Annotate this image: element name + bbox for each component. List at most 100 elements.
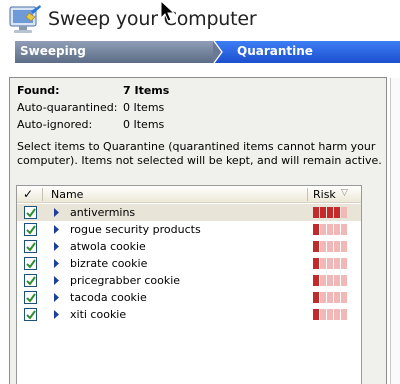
computer-sweep-icon: [9, 5, 41, 33]
risk-segment: [320, 309, 326, 320]
expand-arrow-icon[interactable]: [53, 309, 61, 320]
step-sweeping: Sweeping: [15, 41, 215, 63]
risk-segment: [334, 275, 340, 286]
step-quarantine-label: Quarantine: [237, 44, 313, 58]
threat-name: rogue security products: [70, 223, 201, 236]
wizard-steps: Sweeping Quarantine: [15, 41, 400, 63]
step-arrow-icon: [213, 41, 223, 63]
risk-segment: [313, 241, 319, 252]
risk-segment: [341, 207, 347, 218]
risk-meter: [313, 275, 353, 286]
auto-ignored-row: Auto-ignored: 0 Items: [17, 118, 317, 134]
risk-segment: [327, 292, 333, 303]
expand-arrow-icon[interactable]: [53, 275, 61, 286]
risk-segment: [341, 258, 347, 269]
list-header: ✓ Name Risk ▽: [17, 186, 361, 203]
quarantine-checkbox[interactable]: [24, 223, 37, 236]
risk-segment: [327, 241, 333, 252]
checkmark-icon: [26, 242, 36, 252]
checkmark-icon: [26, 310, 36, 320]
risk-segment: [320, 224, 326, 235]
risk-meter: [313, 224, 353, 235]
quarantine-checkbox[interactable]: [24, 206, 37, 219]
threat-row[interactable]: tacoda cookie: [17, 289, 361, 306]
risk-meter: [313, 309, 353, 320]
column-divider[interactable]: [307, 188, 308, 201]
step-quarantine: Quarantine: [215, 41, 400, 63]
column-header-check[interactable]: ✓: [23, 187, 33, 201]
threat-row[interactable]: pricegrabber cookie: [17, 272, 361, 289]
step-sweeping-label: Sweeping: [20, 44, 86, 58]
risk-segment: [334, 309, 340, 320]
threat-row[interactable]: xiti cookie: [17, 306, 361, 323]
auto-quarantined-label: Auto-quarantined:: [17, 101, 118, 114]
risk-meter: [313, 292, 353, 303]
risk-segment: [327, 207, 333, 218]
risk-segment: [327, 258, 333, 269]
risk-segment: [341, 309, 347, 320]
mouse-pointer-icon: [160, 0, 176, 22]
risk-segment: [320, 241, 326, 252]
window-edge: [390, 78, 400, 384]
risk-segment: [313, 292, 319, 303]
risk-segment: [313, 207, 319, 218]
column-divider[interactable]: [42, 188, 43, 201]
auto-ignored-value: 0 Items: [123, 118, 165, 131]
threat-name: atwola cookie: [70, 240, 146, 253]
risk-segment: [327, 309, 333, 320]
threat-list[interactable]: ✓ Name Risk ▽ antivermins rogue security …: [16, 185, 362, 384]
expand-arrow-icon[interactable]: [53, 292, 61, 303]
risk-segment: [334, 258, 340, 269]
quarantine-checkbox[interactable]: [24, 291, 37, 304]
risk-segment: [334, 241, 340, 252]
threat-row[interactable]: atwola cookie: [17, 238, 361, 255]
quarantine-checkbox[interactable]: [24, 257, 37, 270]
quarantine-checkbox[interactable]: [24, 274, 37, 287]
threat-name: tacoda cookie: [70, 291, 147, 304]
instructions-text: Select items to Quarantine (quarantined …: [17, 140, 382, 167]
quarantine-checkbox[interactable]: [24, 240, 37, 253]
checkmark-icon: [26, 259, 36, 269]
column-header-name[interactable]: Name: [51, 188, 83, 201]
risk-segment: [341, 275, 347, 286]
threat-name: pricegrabber cookie: [70, 274, 181, 287]
sort-descending-icon[interactable]: ▽: [341, 188, 348, 198]
risk-meter: [313, 241, 353, 252]
checkmark-icon: [26, 293, 36, 303]
found-label: Found:: [17, 84, 60, 97]
quarantine-checkbox[interactable]: [24, 308, 37, 321]
expand-arrow-icon[interactable]: [53, 207, 61, 218]
risk-segment: [334, 292, 340, 303]
auto-quarantined-row: Auto-quarantined: 0 Items: [17, 101, 317, 117]
expand-arrow-icon[interactable]: [53, 224, 61, 235]
threat-row[interactable]: antivermins: [17, 204, 361, 221]
column-header-risk[interactable]: Risk: [313, 188, 336, 201]
risk-segment: [320, 275, 326, 286]
risk-segment: [341, 224, 347, 235]
title-bar: Sweep your Computer: [0, 0, 400, 40]
checkmark-icon: [26, 276, 36, 286]
window-title: Sweep your Computer: [48, 8, 257, 30]
risk-segment: [334, 207, 340, 218]
risk-segment: [327, 224, 333, 235]
risk-meter: [313, 258, 353, 269]
risk-meter: [313, 207, 353, 218]
expand-arrow-icon[interactable]: [53, 258, 61, 269]
checkmark-icon: [26, 225, 36, 235]
found-value: 7 Items: [123, 84, 170, 97]
auto-ignored-label: Auto-ignored:: [17, 118, 93, 131]
threat-name: bizrate cookie: [70, 257, 148, 270]
found-row: Found: 7 Items: [17, 84, 317, 100]
auto-quarantined-value: 0 Items: [123, 101, 165, 114]
risk-segment: [341, 241, 347, 252]
results-panel: Found: 7 Items Auto-quarantined: 0 Items…: [9, 77, 387, 384]
risk-segment: [320, 258, 326, 269]
threat-name: xiti cookie: [70, 308, 127, 321]
risk-segment: [327, 275, 333, 286]
threat-row[interactable]: bizrate cookie: [17, 255, 361, 272]
threat-row[interactable]: rogue security products: [17, 221, 361, 238]
risk-segment: [313, 258, 319, 269]
risk-segment: [313, 309, 319, 320]
expand-arrow-icon[interactable]: [53, 241, 61, 252]
threat-name: antivermins: [70, 206, 136, 219]
